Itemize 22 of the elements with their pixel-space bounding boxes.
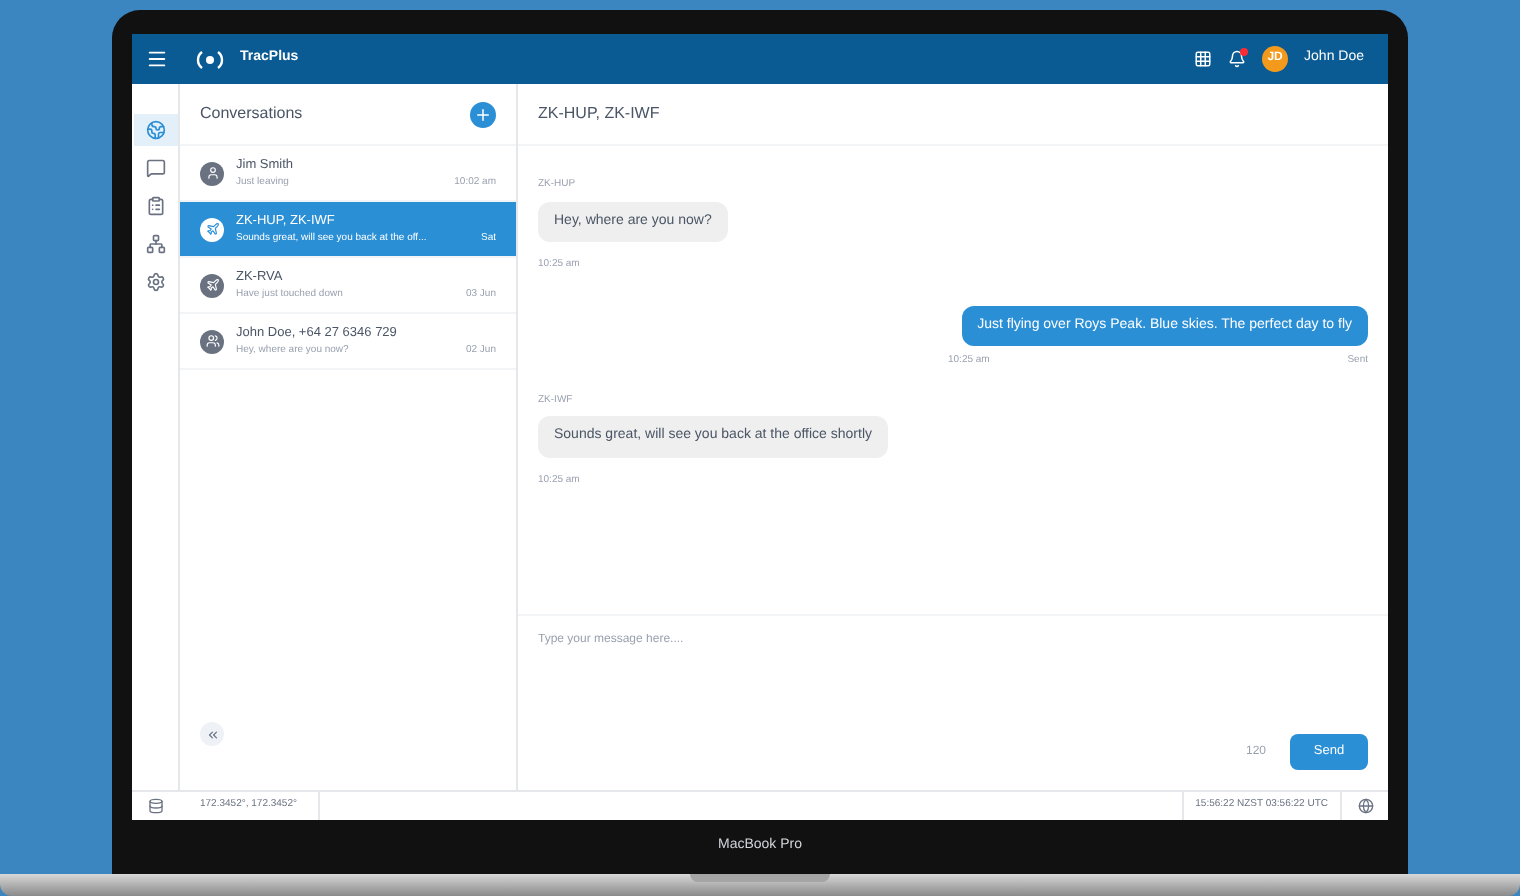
conversations-title: Conversations [200, 102, 303, 126]
double-chevron-left-icon [205, 727, 219, 741]
notification-icon[interactable] [1228, 50, 1247, 68]
globe-icon [145, 120, 165, 140]
menu-icon[interactable] [145, 48, 167, 70]
apps-grid-icon[interactable] [1194, 50, 1213, 68]
chat-title: ZK-HUP, ZK-IWF [538, 102, 660, 126]
collapse-button[interactable] [200, 722, 224, 746]
network-icon [145, 234, 165, 254]
logo-icon [196, 49, 224, 69]
plane-avatar-icon [200, 217, 224, 241]
new-conversation-button[interactable] [470, 101, 496, 127]
list-icon [145, 196, 165, 216]
plus-icon [474, 105, 492, 123]
database-icon [148, 798, 164, 814]
settings-icon [145, 272, 165, 292]
sidebar-item[interactable] [133, 114, 177, 146]
people-avatar-icon [200, 329, 224, 353]
globe-icon[interactable] [1357, 798, 1373, 814]
plane-avatar-icon [200, 273, 224, 297]
chat-icon [145, 158, 165, 178]
person-avatar-icon [200, 161, 224, 185]
